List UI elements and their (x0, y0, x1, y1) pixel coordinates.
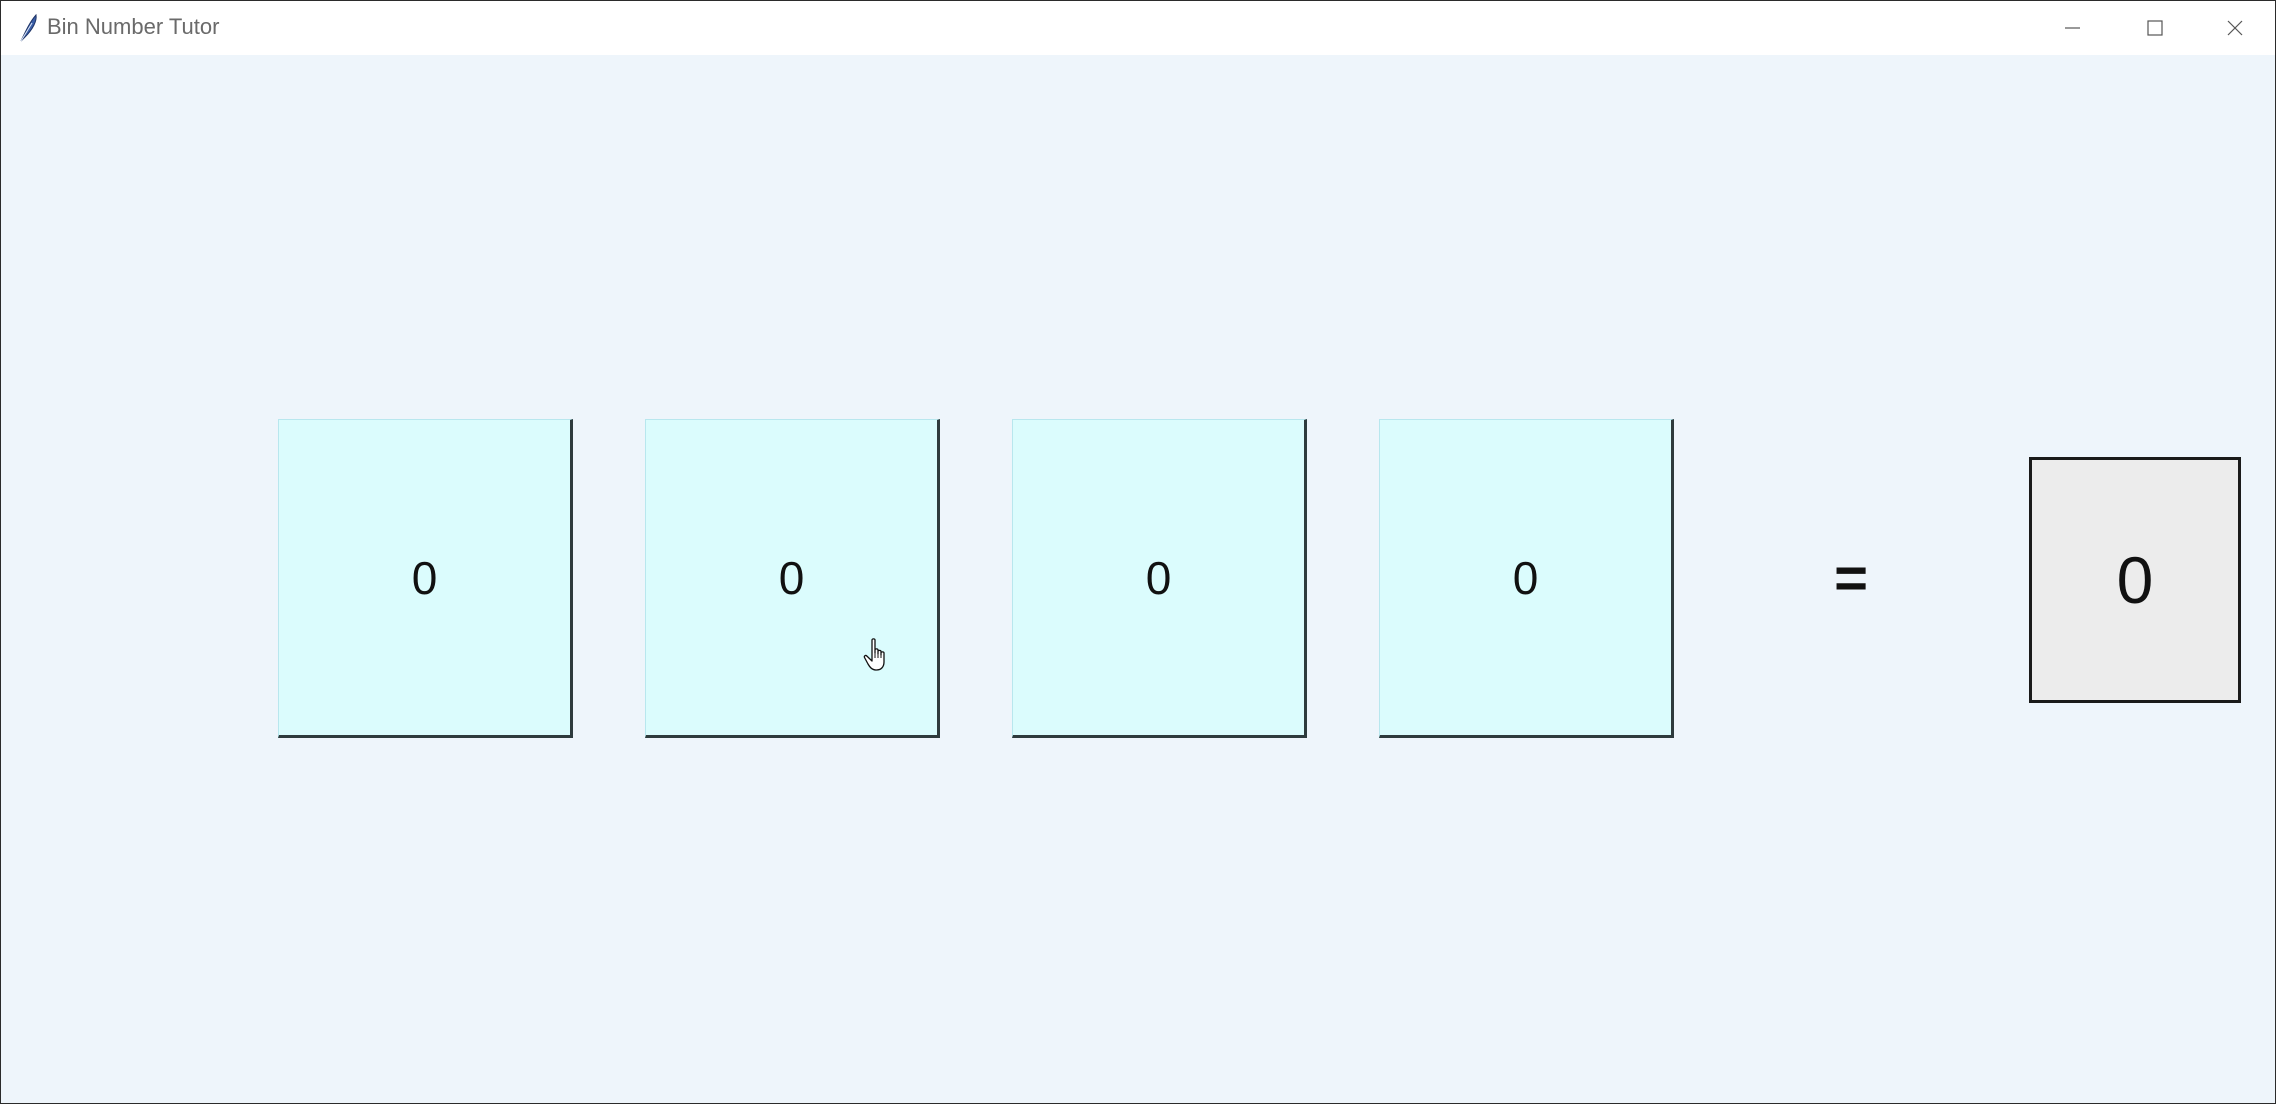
title-bar[interactable]: Bin Number Tutor (1, 1, 2275, 55)
maximize-icon (2147, 20, 2163, 36)
decimal-result-display: 0 (2029, 457, 2241, 703)
window-title: Bin Number Tutor (47, 14, 220, 39)
feather-icon (17, 13, 39, 43)
bit-button-2[interactable]: 0 (645, 419, 940, 738)
close-icon (2227, 20, 2243, 36)
app-window: Bin Number Tutor 0 0 0 0 = 0 (0, 0, 2276, 1104)
equals-sign: = (1834, 546, 1868, 611)
close-button[interactable] (2195, 1, 2275, 55)
minimize-button[interactable] (2033, 1, 2113, 55)
maximize-button[interactable] (2114, 1, 2194, 55)
bit-button-1[interactable]: 0 (278, 419, 573, 738)
main-content: 0 0 0 0 = 0 (1, 55, 2275, 1103)
hand-pointer-icon (863, 637, 891, 673)
bit-button-3[interactable]: 0 (1012, 419, 1307, 738)
minimize-icon (2065, 27, 2080, 29)
bit-button-4[interactable]: 0 (1379, 419, 1674, 738)
